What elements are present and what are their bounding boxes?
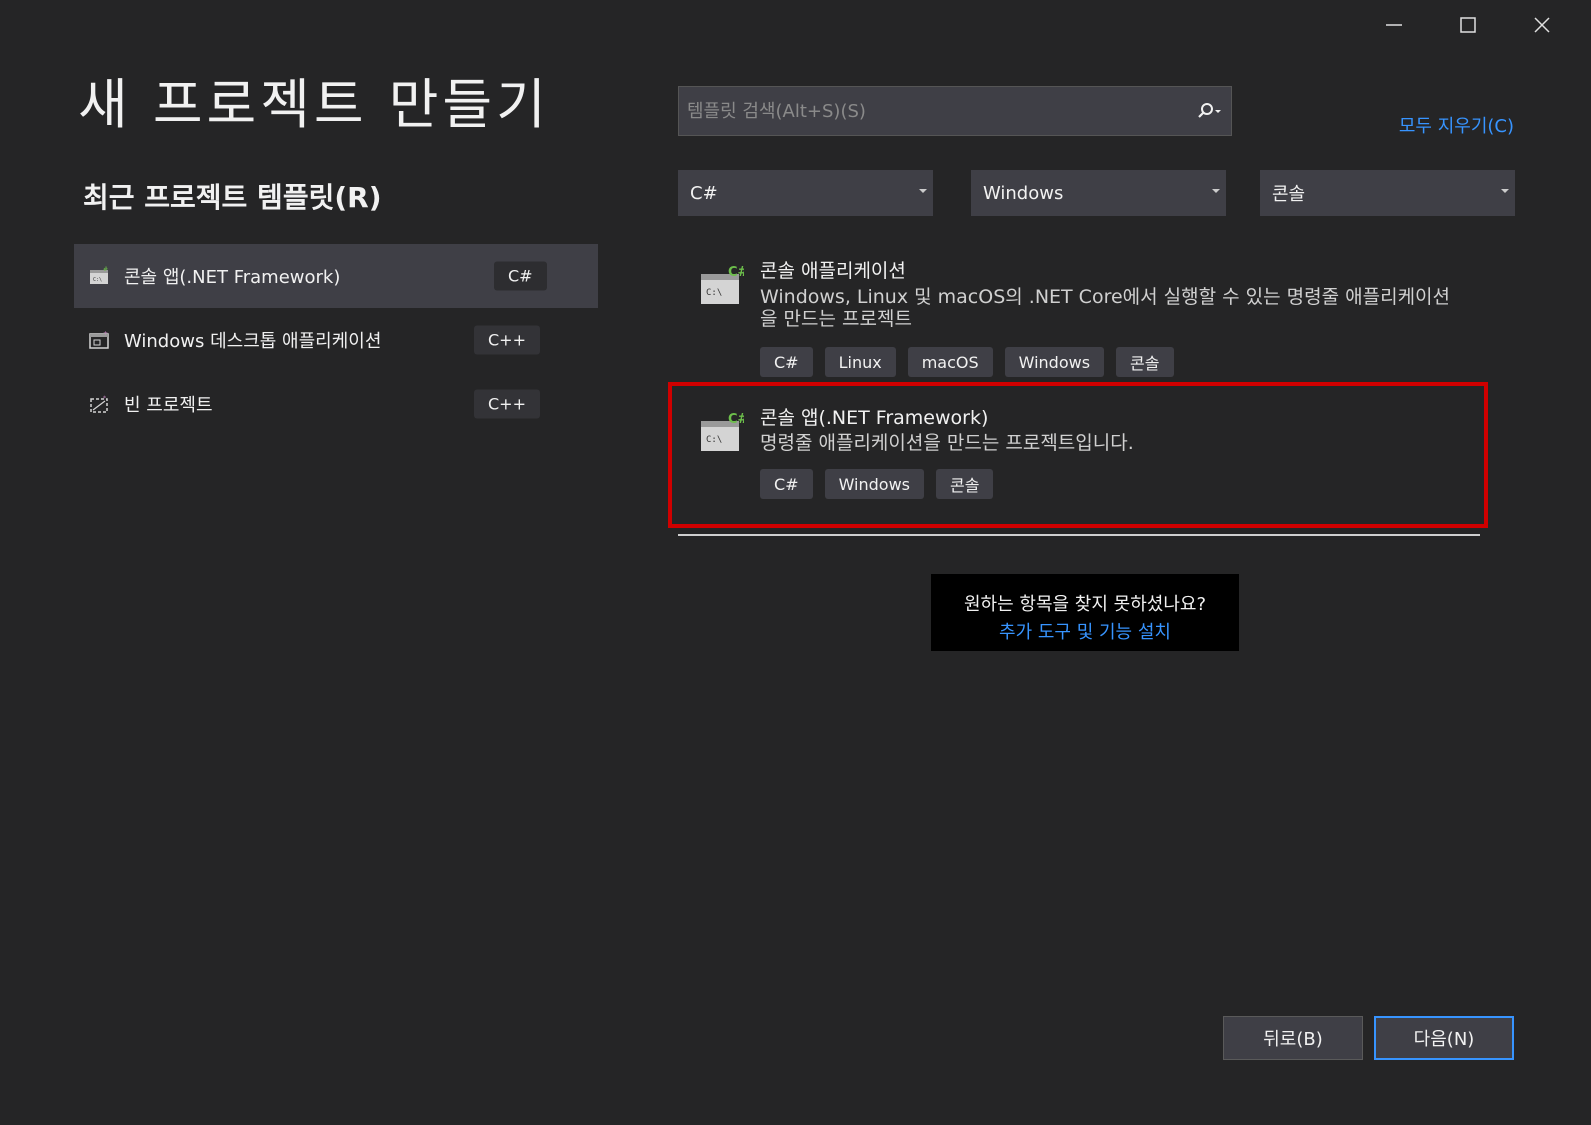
svg-text:*: * — [103, 395, 106, 402]
svg-text:#: # — [103, 266, 108, 273]
chevron-down-icon — [1212, 189, 1220, 193]
template-tags: C# Windows 콘솔 — [760, 469, 994, 499]
new-project-dialog: 새 프로젝트 만들기 최근 프로젝트 템플릿(R) C:\ # 콘솔 앱(.NE… — [0, 0, 1591, 1125]
recent-templates-heading: 최근 프로젝트 템플릿(R) — [83, 181, 382, 214]
chevron-down-icon — [919, 189, 927, 193]
tag: 콘솔 — [936, 469, 994, 499]
console-app-icon: C:\ C# — [700, 411, 749, 455]
svg-text:C:\: C:\ — [93, 277, 102, 283]
page-title: 새 프로젝트 만들기 — [78, 73, 550, 136]
console-app-icon: C:\ C# — [700, 264, 749, 308]
recent-item-empty-project[interactable]: * 빈 프로젝트 C++ — [74, 372, 598, 436]
divider — [678, 534, 1480, 536]
template-description: Windows, Linux 및 macOS의 .NET Core에서 실행할 … — [760, 286, 1451, 330]
platform-filter-value: Windows — [983, 182, 1064, 204]
svg-text:+: + — [103, 330, 108, 337]
clear-all-link[interactable]: 모두 지우기(C) — [1399, 112, 1514, 138]
not-found-panel: 원하는 항목을 찾지 못하셨나요? 추가 도구 및 기능 설치 — [931, 574, 1239, 651]
template-tags: C# Linux macOS Windows 콘솔 — [760, 347, 1174, 377]
language-filter-value: C# — [690, 182, 718, 204]
template-name: 콘솔 애플리케이션 — [760, 260, 906, 282]
console-app-icon: C:\ # — [88, 264, 112, 288]
platform-filter-dropdown[interactable]: Windows — [971, 170, 1226, 216]
back-button[interactable]: 뒤로(B) — [1223, 1016, 1363, 1060]
window-controls — [1357, 8, 1579, 42]
recent-item-console-app[interactable]: C:\ # 콘솔 앱(.NET Framework) C# — [74, 244, 598, 308]
tag: Windows — [824, 469, 924, 499]
template-item-console-app-net-framework[interactable]: C:\ C# 콘솔 앱(.NET Framework) 명령줄 애플리케이션을 … — [700, 403, 1470, 513]
project-type-filter-dropdown[interactable]: 콘솔 — [1260, 170, 1515, 216]
recent-item-windows-desktop[interactable]: + Windows 데스크톱 애플리케이션 C++ — [74, 308, 598, 372]
desktop-app-icon: + — [88, 328, 112, 352]
template-description: 명령줄 애플리케이션을 만드는 프로젝트입니다. — [760, 432, 1134, 454]
svg-text:C:\: C:\ — [706, 435, 722, 445]
empty-project-icon: * — [88, 392, 112, 416]
tag: Windows — [1004, 347, 1105, 377]
svg-text:C#: C# — [728, 265, 744, 280]
maximize-icon[interactable] — [1431, 8, 1505, 42]
install-more-tools-link[interactable]: 추가 도구 및 기능 설치 — [931, 618, 1239, 644]
project-type-filter-value: 콘솔 — [1272, 184, 1306, 205]
tag: C# — [760, 469, 813, 499]
svg-text:C#: C# — [728, 412, 744, 427]
language-badge: C++ — [474, 325, 540, 355]
chevron-down-icon — [1501, 189, 1509, 193]
next-button[interactable]: 다음(N) — [1374, 1016, 1514, 1060]
template-search-input[interactable] — [679, 87, 1187, 135]
language-badge: C# — [494, 261, 547, 291]
minimize-icon[interactable] — [1357, 8, 1431, 42]
tag: Linux — [824, 347, 896, 377]
language-badge: C++ — [474, 389, 540, 419]
tag: 콘솔 — [1116, 347, 1174, 377]
language-filter-dropdown[interactable]: C# — [678, 170, 933, 216]
svg-text:C:\: C:\ — [706, 288, 722, 298]
template-name: 콘솔 앱(.NET Framework) — [760, 407, 989, 429]
template-search-box — [678, 86, 1232, 136]
tag: C# — [760, 347, 813, 377]
not-found-question: 원하는 항목을 찾지 못하셨나요? — [964, 594, 1206, 615]
tag: macOS — [907, 347, 993, 377]
recent-templates-list: C:\ # 콘솔 앱(.NET Framework) C# + Windows … — [74, 244, 598, 436]
close-icon[interactable] — [1505, 8, 1579, 42]
search-icon[interactable] — [1187, 87, 1231, 135]
template-item-console-application[interactable]: C:\ C# 콘솔 애플리케이션 Windows, Linux 및 macOS의… — [700, 256, 1470, 382]
